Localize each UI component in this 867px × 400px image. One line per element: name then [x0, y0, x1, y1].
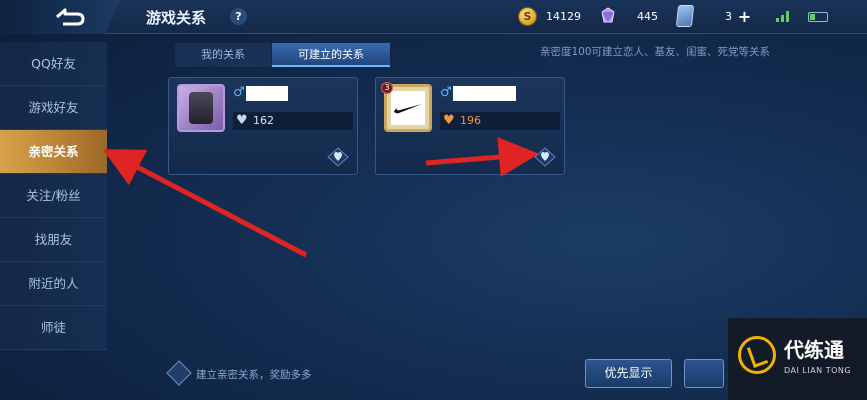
arrow-to-add-button: [425, 137, 539, 177]
watermark-title: 代练通: [784, 338, 844, 362]
arrow-to-sidebar: [102, 149, 308, 258]
swoosh-logo: [394, 104, 422, 114]
watermark-subtitle: DAI LIAN TONG: [784, 366, 852, 375]
priority-display-button[interactable]: 优先显示: [585, 359, 672, 388]
secondary-button[interactable]: [684, 359, 724, 388]
rank-badge: 3: [381, 82, 393, 94]
watermark: 代练通 DAI LIAN TONG: [728, 318, 867, 400]
bottom-hint: 建立亲密关系，奖励多多: [196, 369, 312, 381]
watermark-logo: [738, 336, 776, 374]
